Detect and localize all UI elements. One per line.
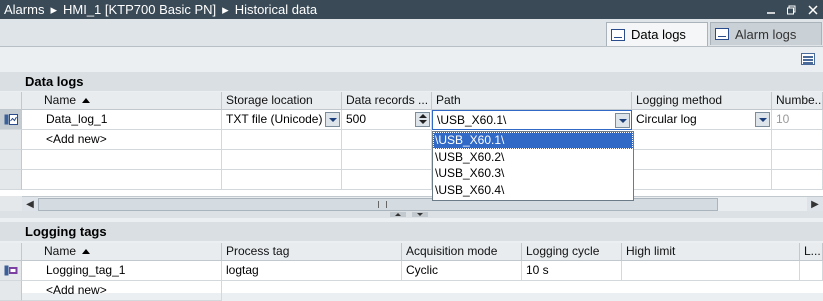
storage-location-select[interactable]: TXT file (Unicode) <box>222 110 342 130</box>
logging-tags-section-title: Logging tags <box>0 222 823 241</box>
process-tag-cell[interactable]: logtag <box>222 261 402 281</box>
restore-icon[interactable] <box>781 0 802 19</box>
empty-cell <box>342 150 432 170</box>
empty-cell <box>222 170 342 190</box>
row-selector[interactable] <box>0 281 22 301</box>
breadcrumb-item-alarms[interactable]: Alarms <box>4 2 44 17</box>
path-select[interactable]: \USB_X60.1\ <box>432 110 632 130</box>
alarm-log-icon <box>715 28 729 40</box>
table-settings-icon[interactable] <box>801 53 815 65</box>
data-log-icon <box>4 114 18 125</box>
high-limit-cell[interactable] <box>622 261 800 281</box>
empty-cell <box>222 130 342 150</box>
scroll-left-icon[interactable]: ◀ <box>22 197 38 212</box>
logging-method-select[interactable]: Circular log <box>632 110 772 130</box>
chevron-down-icon[interactable] <box>615 113 630 128</box>
add-new-logging-tag[interactable]: <Add new> <box>22 281 222 301</box>
path-option[interactable]: \USB_X60.1\ <box>433 132 633 149</box>
data-logs-table: Name Storage location Data records ... P… <box>0 92 823 196</box>
column-header-number[interactable]: Numbe... <box>772 92 823 110</box>
empty-cell <box>632 150 772 170</box>
breadcrumb-item-hmi[interactable]: HMI_1 [KTP700 Basic PN] <box>63 2 216 17</box>
path-option[interactable]: \USB_X60.4\ <box>433 182 633 199</box>
empty-cell <box>222 150 342 170</box>
storage-location-value: TXT file (Unicode) <box>226 112 323 126</box>
empty-cell <box>632 130 772 150</box>
acquisition-mode-cell[interactable]: Cyclic <box>402 261 522 281</box>
path-option[interactable]: \USB_X60.2\ <box>433 149 633 166</box>
column-header-process-tag[interactable]: Process tag <box>222 243 402 261</box>
tab-alarm-logs[interactable]: Alarm logs <box>710 22 822 45</box>
column-label: Name <box>44 244 77 258</box>
column-header-path[interactable]: Path <box>432 92 632 110</box>
toolbar <box>0 47 823 71</box>
tab-data-logs[interactable]: Data logs <box>606 22 708 46</box>
empty-cell <box>772 130 823 150</box>
empty-cell <box>772 170 823 190</box>
column-header-method[interactable]: Logging method <box>632 92 772 110</box>
row-selector[interactable] <box>0 110 22 130</box>
number-cell: 10 <box>772 110 823 130</box>
logging-cycle-cell[interactable]: 10 s <box>522 261 622 281</box>
column-header-storage[interactable]: Storage location <box>222 92 342 110</box>
column-header-records[interactable]: Data records ... <box>342 92 432 110</box>
data-log-icon <box>611 28 625 41</box>
collapse-up-icon[interactable] <box>390 212 406 217</box>
logging-tag-name-cell[interactable]: Logging_tag_1 <box>22 261 222 281</box>
scroll-right-icon[interactable]: ▶ <box>807 197 823 212</box>
chevron-down-icon[interactable] <box>755 112 770 127</box>
column-header-logging-cycle[interactable]: Logging cycle <box>522 243 622 261</box>
chevron-down-icon[interactable] <box>325 112 340 127</box>
breadcrumb-separator-icon: ▸ <box>50 2 57 17</box>
empty-cell <box>632 170 772 190</box>
low-limit-cell[interactable] <box>800 261 823 281</box>
sort-ascending-icon <box>82 249 91 255</box>
logging-tag-icon <box>4 265 18 276</box>
minimize-icon[interactable] <box>760 0 781 19</box>
data-records-stepper[interactable]: 500 <box>342 110 432 130</box>
data-logs-section-title: Data logs <box>0 72 823 91</box>
collapse-down-icon[interactable] <box>412 212 428 217</box>
data-records-value: 500 <box>346 112 367 126</box>
column-header-name[interactable]: Name <box>22 92 222 110</box>
path-option[interactable]: \USB_X60.3\ <box>433 165 633 182</box>
data-log-name-cell[interactable]: Data_log_1 <box>22 110 222 130</box>
scrollbar-corner <box>0 196 22 212</box>
breadcrumb-item-historical-data[interactable]: Historical data <box>235 2 317 17</box>
pane-splitter[interactable] <box>0 211 823 218</box>
breadcrumb: Alarms ▸ HMI_1 [KTP700 Basic PN] ▸ Historica… <box>4 0 321 19</box>
spinner-icon[interactable] <box>415 112 430 127</box>
sort-ascending-icon <box>82 98 91 104</box>
column-header-acquisition-mode[interactable]: Acquisition mode <box>402 243 522 261</box>
column-header-high-limit[interactable]: High limit <box>622 243 800 261</box>
tab-label: Alarm logs <box>735 26 797 42</box>
empty-cell <box>22 170 222 190</box>
empty-cell <box>22 150 222 170</box>
row-header-corner <box>0 243 22 261</box>
horizontal-scrollbar[interactable]: ◀ ▶ <box>22 196 823 212</box>
close-icon[interactable] <box>802 0 823 19</box>
column-header-low-limit[interactable]: L... <box>800 243 823 261</box>
row-selector[interactable] <box>0 150 22 170</box>
row-selector[interactable] <box>0 170 22 190</box>
tab-label: Data logs <box>631 27 686 42</box>
logging-method-value: Circular log <box>636 112 697 126</box>
path-dropdown-list: \USB_X60.1\ \USB_X60.2\ \USB_X60.3\ \USB… <box>432 131 634 201</box>
breadcrumb-separator-icon: ▸ <box>222 2 229 17</box>
add-new-data-log[interactable]: <Add new> <box>22 130 222 150</box>
editor-tabbar: Data logs Alarm logs <box>0 19 823 47</box>
column-header-name[interactable]: Name <box>22 243 222 261</box>
empty-cell <box>342 170 432 190</box>
column-label: Name <box>44 93 77 107</box>
editor-titlebar: Alarms ▸ HMI_1 [KTP700 Basic PN] ▸ Historica… <box>0 0 823 19</box>
grip-icon <box>378 201 387 208</box>
row-header-corner <box>0 92 22 110</box>
empty-cell <box>772 150 823 170</box>
logging-tags-table: Name Process tag Acquisition mode Loggin… <box>0 243 823 301</box>
row-selector[interactable] <box>0 261 22 281</box>
row-selector[interactable] <box>0 130 22 150</box>
empty-cell <box>342 130 432 150</box>
path-value: \USB_X60.1\ <box>437 113 507 127</box>
